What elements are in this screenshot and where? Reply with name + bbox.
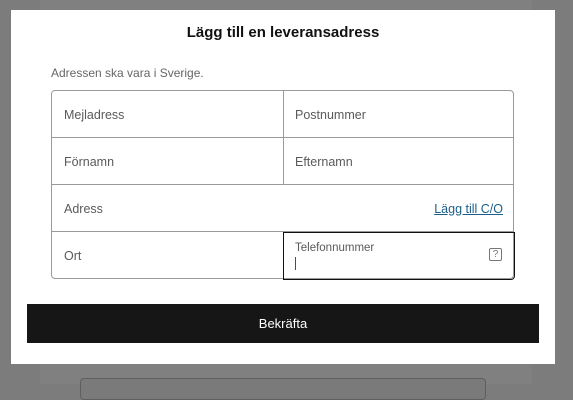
address-placeholder: Adress — [64, 201, 103, 216]
first-name-placeholder: Förnamn — [64, 154, 115, 169]
last-name-placeholder: Efternamn — [295, 154, 353, 169]
city-field[interactable]: Ort — [52, 232, 283, 279]
city-placeholder: Ort — [64, 248, 82, 263]
divider — [52, 184, 513, 185]
text-cursor — [295, 257, 296, 270]
address-field[interactable]: Adress Lägg till C/O — [52, 185, 515, 232]
dialog-title: Lägg till en leveransadress — [186, 24, 380, 41]
question-mark-icon[interactable]: ? — [489, 248, 502, 261]
add-co-link[interactable]: Lägg till C/O — [434, 202, 503, 216]
email-field[interactable]: Mejladress — [52, 91, 283, 138]
address-form: Mejladress Postnummer Förnamn Efternamn … — [51, 90, 515, 280]
confirm-button[interactable]: Bekräfta — [27, 304, 539, 343]
phone-field[interactable]: Telefonnummer ? — [283, 232, 515, 280]
divider — [283, 91, 284, 184]
postal-code-field[interactable]: Postnummer — [283, 91, 515, 138]
first-name-field[interactable]: Förnamn — [52, 138, 283, 185]
email-placeholder: Mejladress — [64, 107, 125, 122]
add-delivery-address-dialog: Lägg till en leveransadress Adressen ska… — [11, 10, 555, 364]
phone-label: Telefonnummer — [295, 242, 375, 254]
last-name-field[interactable]: Efternamn — [283, 138, 515, 185]
background-field — [80, 378, 486, 400]
postal-code-placeholder: Postnummer — [295, 107, 366, 122]
address-country-hint: Adressen ska vara i Sverige. — [51, 66, 204, 80]
